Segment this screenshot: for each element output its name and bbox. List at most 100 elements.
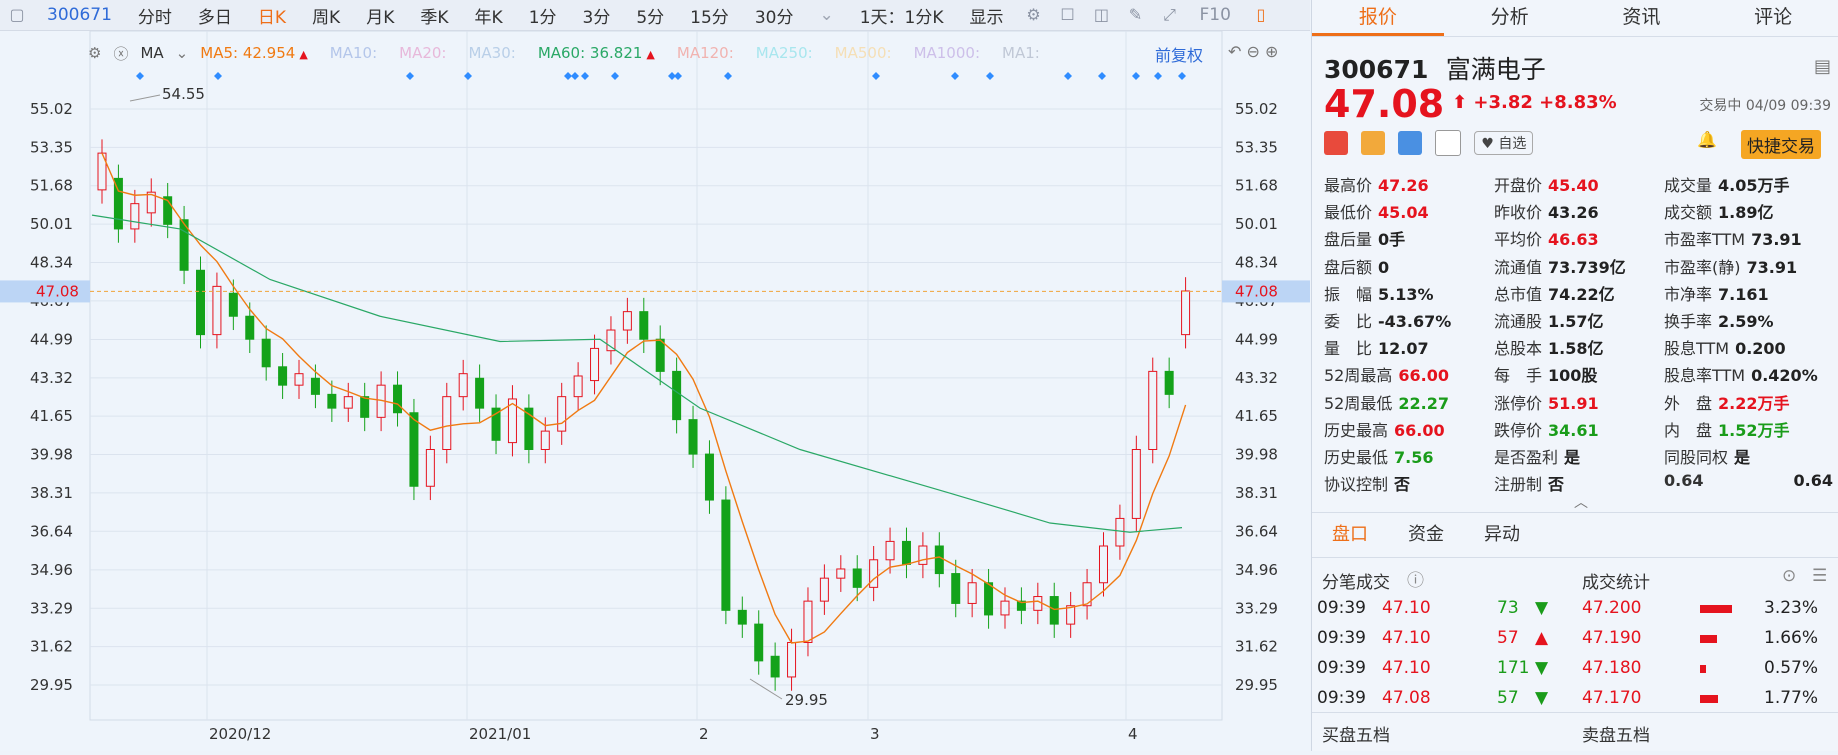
candle-body[interactable] xyxy=(606,329,616,352)
bookmark-icon[interactable] xyxy=(1435,130,1462,156)
candle-body[interactable] xyxy=(1033,596,1043,611)
restore-button[interactable]: 前复权 xyxy=(1155,42,1203,66)
tag-icon[interactable] xyxy=(1398,131,1423,155)
tab-depth[interactable]: 盘口 xyxy=(1312,513,1388,557)
ma-item[interactable]: MA10: xyxy=(330,44,377,62)
undo-icon[interactable]: ↶ xyxy=(1228,42,1241,61)
ma-item[interactable]: MA250: xyxy=(756,44,813,62)
candle-body[interactable] xyxy=(1049,596,1059,625)
candle-body[interactable] xyxy=(934,545,944,575)
candle-body[interactable] xyxy=(360,396,370,418)
close-icon[interactable]: ⓧ xyxy=(113,43,128,64)
candle-body[interactable] xyxy=(475,377,485,409)
period-30min[interactable]: 30分 xyxy=(742,3,807,28)
candle-body[interactable] xyxy=(573,375,583,398)
candle-body[interactable] xyxy=(803,600,813,643)
period-weekly[interactable]: 周K xyxy=(299,3,353,28)
panel-toggle-icon[interactable]: ▢ xyxy=(6,5,28,25)
candle-body[interactable] xyxy=(918,545,928,565)
candle-body[interactable] xyxy=(869,559,879,588)
candle-body[interactable] xyxy=(836,568,846,579)
candle-body[interactable] xyxy=(721,499,731,611)
period-3min[interactable]: 3分 xyxy=(570,3,624,28)
camera-icon[interactable]: ◫ xyxy=(1090,5,1112,25)
candle-body[interactable] xyxy=(1164,370,1174,395)
chevron-down-icon[interactable]: ⌄ xyxy=(176,44,189,62)
ma-item[interactable]: MA1: xyxy=(1002,44,1040,62)
expand-icon[interactable]: ⤢ xyxy=(1158,5,1180,25)
tab-funds[interactable]: 资金 xyxy=(1388,513,1464,557)
bell-icon[interactable]: 🔔 xyxy=(1695,130,1719,154)
ma-item[interactable]: MA1000: xyxy=(914,44,980,62)
period-dropdown[interactable]: 1天：1分K xyxy=(847,3,957,28)
gear-icon[interactable]: ⚙ xyxy=(88,44,101,62)
square-icon[interactable]: ☐ xyxy=(1056,5,1078,25)
candle-body[interactable] xyxy=(655,338,665,372)
tab-quote[interactable]: 报价 xyxy=(1312,0,1444,36)
ma-item[interactable]: MA500: xyxy=(835,44,892,62)
candle-body[interactable] xyxy=(343,396,353,409)
candle-body[interactable] xyxy=(590,347,600,382)
stock-code-tab[interactable]: 300671 xyxy=(34,5,125,25)
candle-body[interactable] xyxy=(819,577,829,602)
candle-body[interactable] xyxy=(885,540,895,561)
period-1min[interactable]: 1分 xyxy=(516,3,570,28)
candle-body[interactable] xyxy=(1131,448,1141,519)
candle-body[interactable] xyxy=(754,623,764,662)
candle-body[interactable] xyxy=(409,412,419,487)
help-icon[interactable]: ⓘ xyxy=(1407,566,1424,591)
candle-body[interactable] xyxy=(770,655,780,678)
ma-item[interactable]: MA5: 42.954 xyxy=(200,44,295,62)
ma-item[interactable]: MA60: 36.821 xyxy=(538,44,643,62)
ma-item[interactable]: MA30: xyxy=(468,44,515,62)
candle-body[interactable] xyxy=(540,430,550,450)
candle-body[interactable] xyxy=(1181,290,1191,336)
chevron-down-icon[interactable]: ⌄ xyxy=(806,5,846,25)
candle-body[interactable] xyxy=(787,641,797,678)
candle-body[interactable] xyxy=(1098,545,1108,584)
candle-body[interactable] xyxy=(294,373,304,386)
tab-alerts[interactable]: 异动 xyxy=(1464,513,1540,557)
tab-news[interactable]: 资讯 xyxy=(1576,0,1708,36)
candle-body[interactable] xyxy=(901,540,911,565)
period-multiday[interactable]: 多日 xyxy=(185,3,245,28)
candle-body[interactable] xyxy=(310,377,320,395)
period-minute[interactable]: 分时 xyxy=(125,3,185,28)
candle-body[interactable] xyxy=(1000,600,1010,616)
candle-body[interactable] xyxy=(1148,370,1158,450)
zoom-out-icon[interactable]: ⊖ xyxy=(1247,42,1260,61)
period-daily[interactable]: 日K xyxy=(245,3,299,28)
candle-body[interactable] xyxy=(1115,517,1125,547)
more-icon[interactable]: ⊙ xyxy=(1782,566,1796,586)
candle-body[interactable] xyxy=(852,568,862,588)
candle-body[interactable] xyxy=(951,573,961,604)
candle-body[interactable] xyxy=(967,582,977,604)
period-quarterly[interactable]: 季K xyxy=(407,3,461,28)
candle-body[interactable] xyxy=(442,396,452,450)
kline-chart[interactable]: 55.02 55.02 53.35 53.35 51.68 51.68 50.01 50.01… xyxy=(0,30,1310,751)
period-5min[interactable]: 5分 xyxy=(623,3,677,28)
f10-button[interactable]: F10 xyxy=(1186,5,1243,25)
candle-body[interactable] xyxy=(704,453,714,501)
candle-body[interactable] xyxy=(688,419,698,455)
candle-body[interactable] xyxy=(278,366,288,386)
china-flag-icon[interactable] xyxy=(1324,131,1348,155)
candle-body[interactable] xyxy=(327,393,337,409)
zoom-in-icon[interactable]: ⊕ xyxy=(1265,42,1278,61)
period-15min[interactable]: 15分 xyxy=(677,3,742,28)
pen-icon[interactable]: ✎ xyxy=(1124,5,1146,25)
display-menu[interactable]: 显示 xyxy=(956,3,1016,28)
period-yearly[interactable]: 年K xyxy=(462,3,516,28)
chevron-up-icon[interactable]: ︿ xyxy=(1574,492,1588,512)
candle-body[interactable] xyxy=(639,311,649,340)
tab-analysis[interactable]: 分析 xyxy=(1444,0,1576,36)
candle-body[interactable] xyxy=(557,396,567,432)
candle-body[interactable] xyxy=(458,373,468,398)
list-icon[interactable]: ☰ xyxy=(1812,566,1827,586)
candle-body[interactable] xyxy=(212,285,222,336)
quick-trade-button[interactable]: 快捷交易 xyxy=(1741,130,1821,159)
candle-body[interactable] xyxy=(261,338,271,368)
candle-body[interactable] xyxy=(425,448,435,487)
candle-body[interactable] xyxy=(228,292,238,317)
candle-body[interactable] xyxy=(130,203,140,230)
